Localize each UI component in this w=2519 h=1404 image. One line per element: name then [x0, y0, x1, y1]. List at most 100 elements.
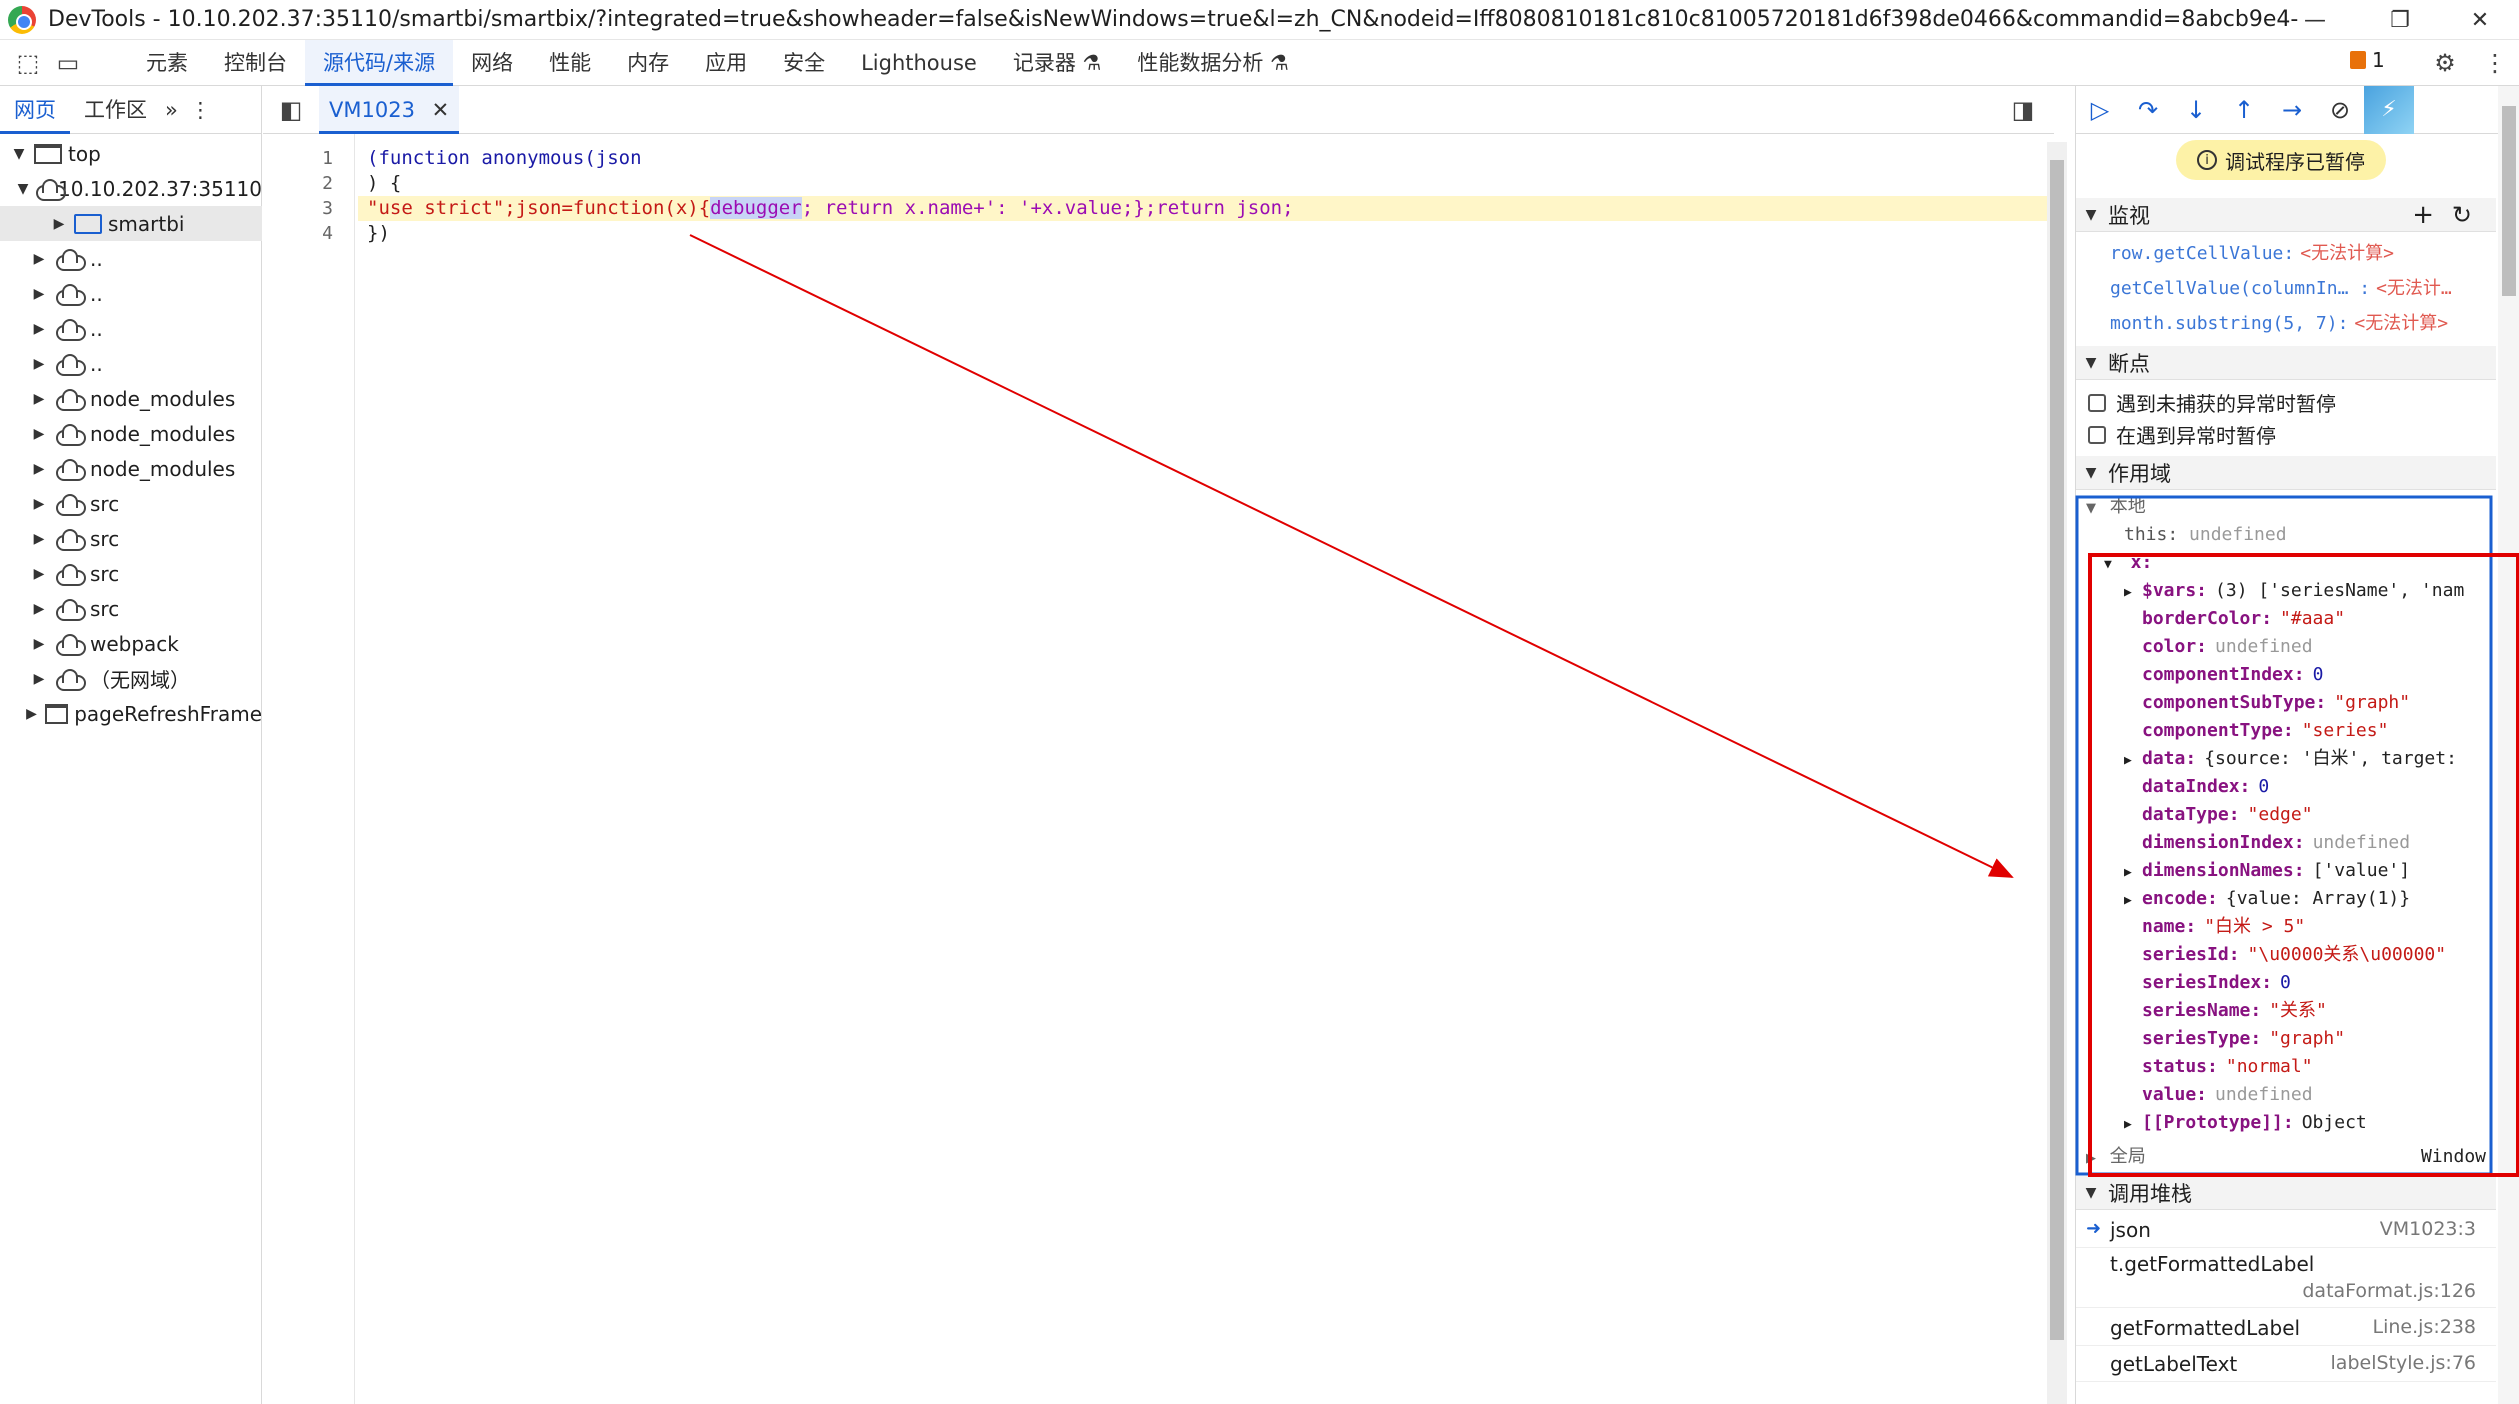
- main-tab[interactable]: 应用: [687, 40, 765, 86]
- tree-item[interactable]: ▶..: [0, 346, 262, 381]
- scope-section-header[interactable]: ▼ 作用域: [2076, 456, 2496, 490]
- collapsed-triangle-icon[interactable]: ▶: [30, 461, 48, 477]
- checkbox[interactable]: [2088, 425, 2106, 444]
- tree-item[interactable]: ▶ node_modules: [0, 416, 262, 451]
- restore-button[interactable]: ❐: [2355, 0, 2445, 40]
- tree-item[interactable]: ▶ src: [0, 556, 262, 591]
- line-number[interactable]: 4: [263, 223, 333, 244]
- property-row[interactable]: ▶ data: {source: '白米', target:: [2124, 745, 2499, 773]
- line-number[interactable]: 1: [263, 148, 333, 169]
- main-tab[interactable]: 内存: [609, 40, 687, 86]
- deactivate-breakpoints-icon[interactable]: ⊘: [2316, 86, 2364, 134]
- watch-expression[interactable]: row.getCellValue: <无法计算>: [2110, 239, 2500, 265]
- collapsed-triangle-icon[interactable]: ▶: [30, 531, 48, 547]
- code-line[interactable]: (function anonymous(json: [367, 146, 642, 171]
- expand-triangle-icon[interactable]: ▶: [2124, 579, 2142, 605]
- callstack-section-header[interactable]: ▼ 调用堆栈: [2076, 1176, 2496, 1210]
- collapsed-triangle-icon[interactable]: ▶: [30, 391, 48, 407]
- step-icon[interactable]: →: [2268, 86, 2316, 134]
- main-tab[interactable]: 控制台: [206, 40, 305, 86]
- tree-item[interactable]: ▶..: [0, 241, 262, 276]
- refresh-watch-icon[interactable]: ↻: [2452, 201, 2472, 229]
- tree-item[interactable]: ▶ webpack: [0, 626, 262, 661]
- line-number[interactable]: 3: [263, 198, 333, 219]
- collapsed-triangle-icon[interactable]: ▶: [50, 216, 68, 232]
- minimize-button[interactable]: —: [2270, 0, 2360, 40]
- step-out-icon[interactable]: ↑: [2220, 86, 2268, 134]
- collapsed-triangle-icon[interactable]: ▶: [30, 321, 48, 337]
- expand-triangle-icon[interactable]: ▶: [2124, 1111, 2142, 1137]
- watch-section-header[interactable]: ▼ 监视 + ↻: [2076, 198, 2496, 232]
- property-row[interactable]: ▶ encode: {value: Array(1)}: [2124, 885, 2499, 913]
- expand-triangle-icon[interactable]: ▶: [2124, 859, 2142, 885]
- line-number[interactable]: 2: [263, 173, 333, 194]
- callstack-frame[interactable]: getFormattedLabel Line.js:238: [2076, 1312, 2496, 1346]
- pause-caught-checkbox-row[interactable]: 在遇到异常时暂停: [2088, 420, 2276, 449]
- more-tabs-icon[interactable]: »: [161, 86, 182, 134]
- tab-page[interactable]: 网页: [0, 86, 70, 134]
- toggle-navigator-icon[interactable]: ◧: [271, 90, 311, 130]
- more-options-icon[interactable]: ⋮: [2475, 43, 2515, 83]
- breakpoints-section-header[interactable]: ▼ 断点: [2076, 346, 2496, 380]
- main-tab[interactable]: 性能数据分析 ⚗: [1119, 40, 1307, 86]
- step-into-icon[interactable]: ↓: [2172, 86, 2220, 134]
- watch-expression[interactable]: getCellValue(columnIn… : <无法计…: [2110, 274, 2500, 300]
- collapsed-triangle-icon[interactable]: ▶: [30, 636, 48, 652]
- main-tab[interactable]: 性能: [531, 40, 609, 86]
- collapsed-triangle-icon[interactable]: ▶: [30, 251, 48, 267]
- close-window-button[interactable]: ✕: [2435, 0, 2519, 40]
- code-line[interactable]: "use strict";json=function(x){debugger; …: [358, 196, 2048, 221]
- expand-triangle-icon[interactable]: ▶: [2124, 887, 2142, 913]
- expand-triangle-icon[interactable]: ▶: [2124, 747, 2142, 773]
- tree-item[interactable]: ▶..: [0, 311, 262, 346]
- code-line[interactable]: ) {: [367, 171, 401, 196]
- settings-gear-icon[interactable]: ⚙: [2425, 43, 2465, 83]
- issues-badge[interactable]: 1: [2350, 48, 2385, 72]
- editor-tab-vm1023[interactable]: VM1023 ✕: [319, 85, 460, 134]
- main-tab[interactable]: 元素: [128, 40, 206, 86]
- tree-item[interactable]: ▼ top: [0, 136, 262, 171]
- collapsed-triangle-icon[interactable]: ▶: [30, 496, 48, 512]
- collapsed-triangle-icon[interactable]: ▶: [30, 566, 48, 582]
- tree-item[interactable]: ▶ src: [0, 486, 262, 521]
- main-tab[interactable]: Lighthouse: [843, 40, 995, 86]
- tree-item[interactable]: ▶ pageRefreshFrame: [0, 696, 262, 731]
- tab-workspace[interactable]: 工作区: [70, 86, 161, 134]
- expanded-triangle-icon[interactable]: ▼: [10, 146, 28, 162]
- editor-scrollbar[interactable]: [2047, 142, 2067, 1404]
- step-over-icon[interactable]: ↷: [2124, 86, 2172, 134]
- inspect-element-icon[interactable]: ⬚: [8, 43, 48, 83]
- tree-item[interactable]: ▶ node_modules: [0, 381, 262, 416]
- collapsed-triangle-icon[interactable]: ▶: [30, 426, 48, 442]
- device-toolbar-icon[interactable]: ▭: [48, 43, 88, 83]
- main-tab[interactable]: 安全: [765, 40, 843, 86]
- collapsed-triangle-icon[interactable]: ▶: [30, 356, 48, 372]
- callstack-frame[interactable]: ➜ json VM1023:3: [2076, 1214, 2496, 1248]
- expanded-triangle-icon[interactable]: ▼: [18, 181, 29, 197]
- property-row[interactable]: ▶ [[Prototype]]: Object: [2124, 1109, 2499, 1137]
- navigator-menu-icon[interactable]: ⋮: [182, 86, 219, 134]
- sidebar-scrollbar[interactable]: [2498, 86, 2519, 1404]
- resume-icon[interactable]: ▷: [2076, 86, 2124, 134]
- collapsed-triangle-icon[interactable]: ▶: [30, 286, 48, 302]
- tree-item[interactable]: ▶ src: [0, 521, 262, 556]
- main-tab[interactable]: 源代码/来源: [305, 39, 454, 86]
- tree-item[interactable]: ▶ src: [0, 591, 262, 626]
- tree-item[interactable]: ▶..: [0, 276, 262, 311]
- x-object-row[interactable]: ▼ x:: [2104, 549, 2152, 577]
- callstack-frame[interactable]: t.getFormattedLabel dataFormat.js:126: [2076, 1248, 2496, 1308]
- property-row[interactable]: ▶ dimensionNames: ['value']: [2124, 857, 2499, 885]
- watch-expression[interactable]: month.substring(5, 7): <无法计算>: [2110, 309, 2500, 335]
- tree-item[interactable]: ▼ 10.10.202.37:35110: [0, 171, 262, 206]
- collapsed-triangle-icon[interactable]: ▶: [24, 706, 39, 722]
- main-tab[interactable]: 网络: [453, 40, 531, 86]
- tree-item[interactable]: ▶ （无网域）: [0, 661, 262, 696]
- global-scope-row[interactable]: ▶ 全局 Window: [2086, 1143, 2496, 1171]
- pause-uncaught-checkbox-row[interactable]: 遇到未捕获的异常时暂停: [2088, 388, 2336, 417]
- collapsed-triangle-icon[interactable]: ▶: [30, 601, 48, 617]
- local-scope-row[interactable]: ▼ 本地: [2086, 493, 2146, 521]
- tree-item[interactable]: ▶ node_modules: [0, 451, 262, 486]
- property-row[interactable]: ▶ $vars: (3) ['seriesName', 'nam: [2124, 577, 2499, 605]
- callstack-frame[interactable]: getLabelText labelStyle.js:76: [2076, 1348, 2496, 1382]
- close-tab-icon[interactable]: ✕: [432, 98, 450, 122]
